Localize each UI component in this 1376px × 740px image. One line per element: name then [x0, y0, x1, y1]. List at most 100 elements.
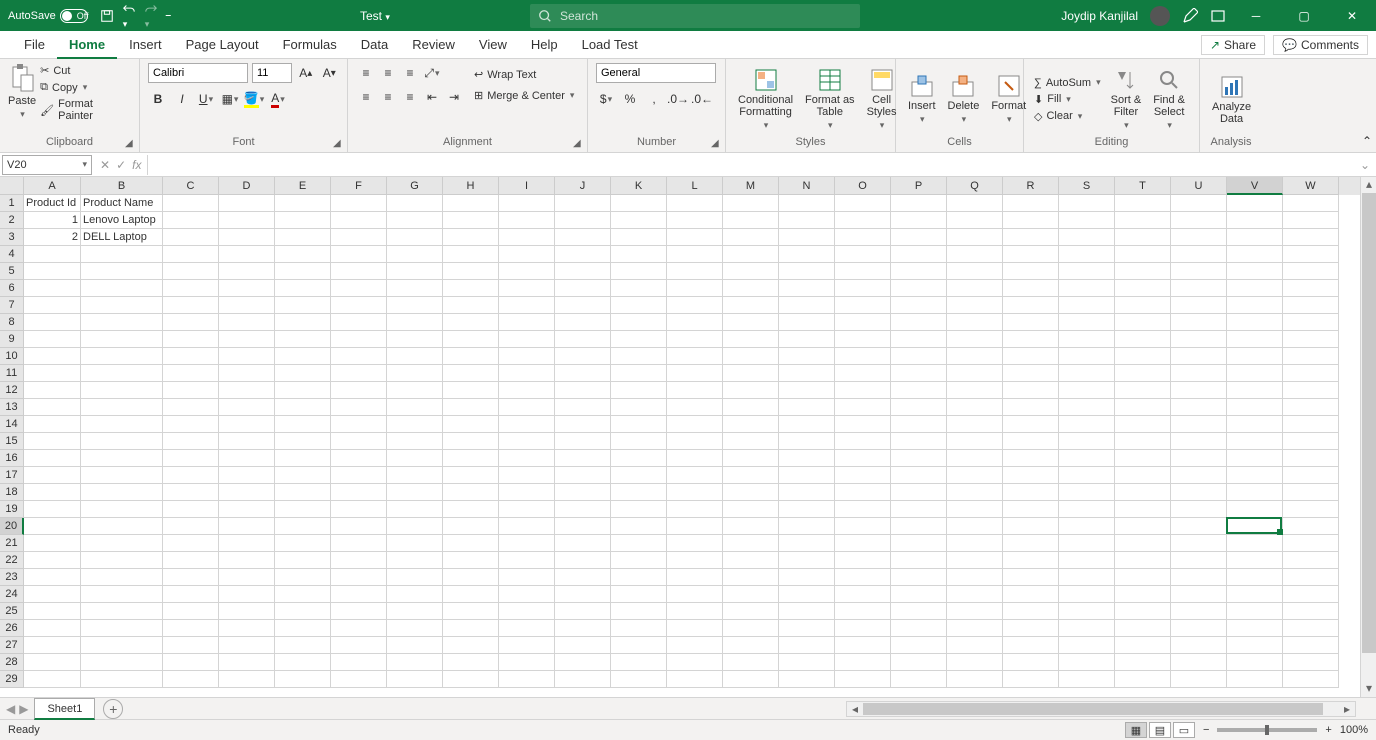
column-header[interactable]: C: [163, 177, 219, 195]
column-header[interactable]: G: [387, 177, 443, 195]
mode-icon[interactable]: [1210, 8, 1226, 24]
cell[interactable]: [723, 263, 779, 280]
zoom-in-button[interactable]: +: [1325, 724, 1331, 736]
cell[interactable]: [555, 399, 611, 416]
cell[interactable]: [555, 212, 611, 229]
cell[interactable]: [611, 603, 667, 620]
row-header[interactable]: 16: [0, 450, 24, 467]
cell[interactable]: [1283, 348, 1339, 365]
cell[interactable]: [1283, 331, 1339, 348]
cell[interactable]: [779, 246, 835, 263]
row-header[interactable]: 12: [0, 382, 24, 399]
cell[interactable]: [219, 382, 275, 399]
cell[interactable]: [947, 382, 1003, 399]
font-launcher[interactable]: ◢: [333, 138, 345, 150]
cell[interactable]: [723, 246, 779, 263]
cell[interactable]: [555, 535, 611, 552]
cell[interactable]: [667, 195, 723, 212]
cell[interactable]: [611, 212, 667, 229]
row-header[interactable]: 10: [0, 348, 24, 365]
cell[interactable]: [24, 569, 81, 586]
cell[interactable]: [1171, 246, 1227, 263]
cell[interactable]: [443, 620, 499, 637]
cell[interactable]: [219, 518, 275, 535]
cell[interactable]: [611, 654, 667, 671]
cell[interactable]: [1227, 399, 1283, 416]
cell[interactable]: [1115, 450, 1171, 467]
cell[interactable]: [1059, 382, 1115, 399]
cell[interactable]: [24, 348, 81, 365]
cell[interactable]: [499, 416, 555, 433]
cell[interactable]: [163, 246, 219, 263]
cell[interactable]: [24, 382, 81, 399]
cell[interactable]: [443, 518, 499, 535]
cell[interactable]: [1059, 603, 1115, 620]
cell[interactable]: [947, 365, 1003, 382]
cell[interactable]: [947, 433, 1003, 450]
increase-decimal-icon[interactable]: .0→: [668, 89, 688, 109]
maximize-button[interactable]: ▢: [1286, 0, 1322, 31]
cell[interactable]: [555, 552, 611, 569]
cell[interactable]: [219, 467, 275, 484]
cell[interactable]: [947, 297, 1003, 314]
cell[interactable]: [81, 467, 163, 484]
cell[interactable]: [1171, 484, 1227, 501]
cell[interactable]: [1227, 246, 1283, 263]
cell[interactable]: [667, 450, 723, 467]
cell[interactable]: [81, 552, 163, 569]
column-header[interactable]: R: [1003, 177, 1059, 195]
cell[interactable]: [163, 535, 219, 552]
cell[interactable]: [611, 484, 667, 501]
column-header[interactable]: M: [723, 177, 779, 195]
cell[interactable]: [219, 297, 275, 314]
cell[interactable]: [1227, 637, 1283, 654]
cell[interactable]: [835, 586, 891, 603]
cell[interactable]: [499, 637, 555, 654]
cell[interactable]: [219, 331, 275, 348]
cell[interactable]: [1283, 382, 1339, 399]
cell[interactable]: [275, 229, 331, 246]
cell[interactable]: [891, 450, 947, 467]
cell[interactable]: [779, 671, 835, 688]
cell[interactable]: [24, 331, 81, 348]
column-header[interactable]: W: [1283, 177, 1339, 195]
cell[interactable]: [443, 416, 499, 433]
cell[interactable]: [779, 433, 835, 450]
cell[interactable]: [611, 586, 667, 603]
cell[interactable]: [1171, 467, 1227, 484]
cell[interactable]: [667, 263, 723, 280]
decrease-decimal-icon[interactable]: .0←: [692, 89, 712, 109]
cell[interactable]: [81, 382, 163, 399]
cell[interactable]: [275, 246, 331, 263]
cell[interactable]: [555, 263, 611, 280]
horizontal-scrollbar[interactable]: ◂ ▸: [846, 701, 1356, 717]
cell[interactable]: [891, 552, 947, 569]
cell[interactable]: [1171, 637, 1227, 654]
cell[interactable]: [555, 569, 611, 586]
cell[interactable]: [1059, 212, 1115, 229]
undo-icon[interactable]: ▾: [122, 2, 136, 30]
cell[interactable]: [723, 467, 779, 484]
cell[interactable]: [387, 365, 443, 382]
row-header[interactable]: 24: [0, 586, 24, 603]
cell[interactable]: [555, 637, 611, 654]
cell[interactable]: [499, 382, 555, 399]
cell[interactable]: [947, 331, 1003, 348]
cell[interactable]: [219, 603, 275, 620]
cell[interactable]: [667, 433, 723, 450]
row-header[interactable]: 29: [0, 671, 24, 688]
cell[interactable]: [331, 212, 387, 229]
cell[interactable]: [1115, 569, 1171, 586]
cell[interactable]: [24, 297, 81, 314]
cell[interactable]: [331, 297, 387, 314]
fill-button[interactable]: ⬇Fill▾: [1032, 92, 1103, 107]
cell[interactable]: [1003, 552, 1059, 569]
row-header[interactable]: 4: [0, 246, 24, 263]
cell[interactable]: [1003, 263, 1059, 280]
cell[interactable]: [81, 280, 163, 297]
cell[interactable]: [24, 518, 81, 535]
cell[interactable]: [443, 314, 499, 331]
cell[interactable]: [24, 620, 81, 637]
cell[interactable]: [891, 348, 947, 365]
cell[interactable]: [499, 263, 555, 280]
